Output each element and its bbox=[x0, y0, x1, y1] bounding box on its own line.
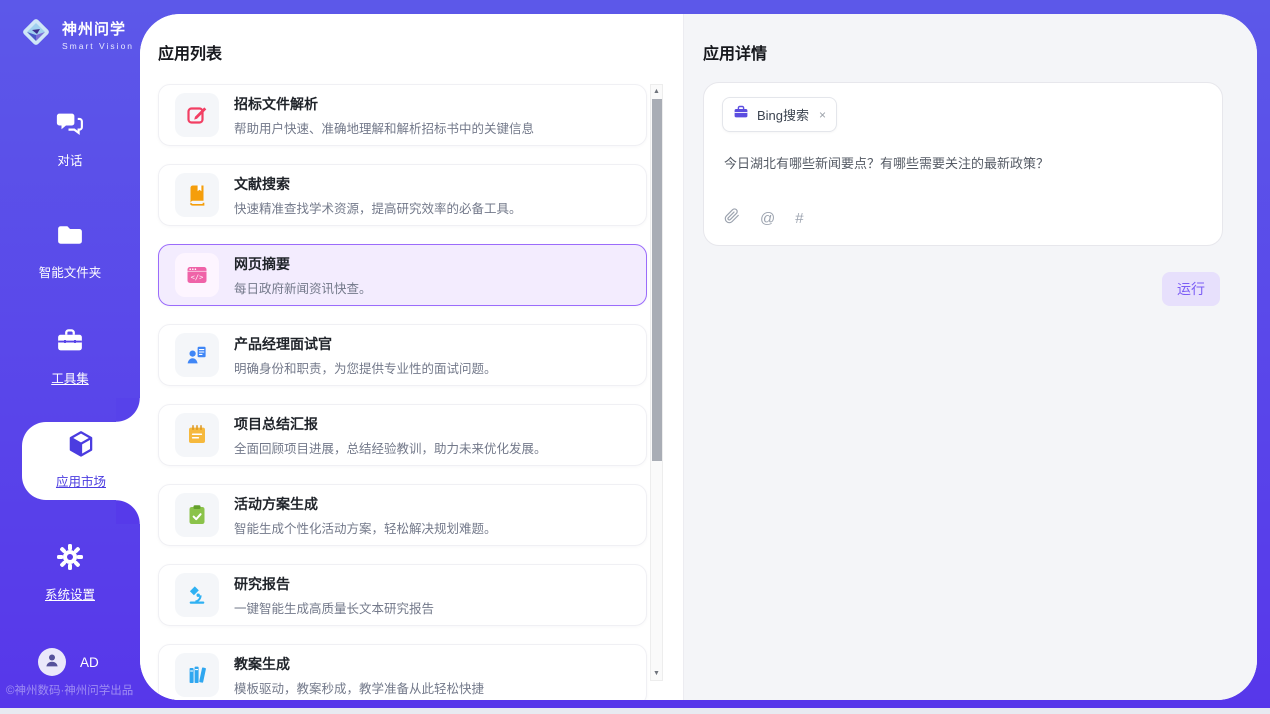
pm-interviewer-icon bbox=[175, 333, 219, 377]
app-card-event-plan[interactable]: 活动方案生成 智能生成个性化活动方案，轻松解决规划难题。 bbox=[158, 484, 647, 546]
app-list-panel: 应用列表 招标文件解析 帮助用户快速、准确地理解和解析招标书中的关键信息 bbox=[140, 14, 683, 700]
app-card-desc: 每日政府新闻资讯快查。 bbox=[234, 278, 372, 297]
sidebar-item-toolset[interactable]: 工具集 bbox=[0, 326, 140, 387]
app-card-tender-parse[interactable]: 招标文件解析 帮助用户快速、准确地理解和解析招标书中的关键信息 bbox=[158, 84, 647, 146]
folder-icon bbox=[55, 220, 85, 255]
app-card-desc: 明确身份和职责，为您提供专业性的面试问题。 bbox=[234, 358, 497, 377]
app-card-title: 网页摘要 bbox=[234, 254, 372, 274]
research-report-icon bbox=[175, 573, 219, 617]
toolbox-icon bbox=[55, 326, 85, 361]
app-card-pm-interviewer[interactable]: 产品经理面试官 明确身份和职责，为您提供专业性的面试问题。 bbox=[158, 324, 647, 386]
svg-text:</>: </> bbox=[191, 274, 204, 282]
prompt-editor[interactable]: Bing搜索 × 今日湖北有哪些新闻要点？有哪些需要关注的最新政策？ @ # bbox=[703, 82, 1223, 246]
main-content: 应用列表 招标文件解析 帮助用户快速、准确地理解和解析招标书中的关键信息 bbox=[140, 14, 1257, 700]
mention-icon[interactable]: @ bbox=[760, 211, 775, 226]
app-card-webpage-summary[interactable]: </> 网页摘要 每日政府新闻资讯快查。 bbox=[158, 244, 647, 306]
scroll-down-icon[interactable]: ▼ bbox=[651, 667, 662, 680]
paperclip-icon[interactable] bbox=[724, 208, 740, 229]
diamond-logo-icon bbox=[18, 14, 54, 55]
app-card-title: 研究报告 bbox=[234, 574, 434, 594]
app-card-lesson-plan[interactable]: 教案生成 模板驱动，教案秒成，教学准备从此轻松快捷 bbox=[158, 644, 647, 700]
tool-tag-label: Bing搜索 bbox=[757, 105, 809, 124]
gear-icon bbox=[55, 542, 85, 577]
tool-tag-bing-search[interactable]: Bing搜索 × bbox=[722, 97, 837, 132]
app-card-list: 招标文件解析 帮助用户快速、准确地理解和解析招标书中的关键信息 文献搜索 bbox=[158, 84, 647, 700]
user-initials: AD bbox=[80, 655, 99, 670]
attachment-toolbar: @ # bbox=[724, 208, 804, 229]
sidebar-item-smart-folder[interactable]: 智能文件夹 bbox=[0, 220, 140, 281]
sidebar-item-label: 对话 bbox=[57, 150, 82, 169]
app-detail-panel: 应用详情 Bing搜索 × 今日湖北有哪些新闻要点？有哪些需要关注的最新政策？ bbox=[683, 14, 1257, 700]
app-card-title: 活动方案生成 bbox=[234, 494, 497, 514]
app-card-literature-search[interactable]: 文献搜索 快速精准查找学术资源，提高研究效率的必备工具。 bbox=[158, 164, 647, 226]
app-card-title: 教案生成 bbox=[234, 654, 484, 674]
app-card-desc: 模板驱动，教案秒成，教学准备从此轻松快捷 bbox=[234, 678, 484, 697]
active-tab-curve-bottom bbox=[116, 500, 140, 524]
project-summary-icon bbox=[175, 413, 219, 457]
sidebar-item-app-market[interactable]: 应用市场 bbox=[22, 428, 140, 490]
brand-subtitle: Smart Vision bbox=[62, 41, 134, 51]
app-card-project-summary[interactable]: 项目总结汇报 全面回顾项目进展，总结经验教训，助力未来优化发展。 bbox=[158, 404, 647, 466]
cube-icon bbox=[65, 428, 97, 465]
prompt-text: 今日湖北有哪些新闻要点？有哪些需要关注的最新政策？ bbox=[724, 153, 1204, 172]
close-icon[interactable]: × bbox=[819, 108, 826, 122]
scrollbar-thumb[interactable] bbox=[652, 99, 662, 461]
scroll-up-icon[interactable]: ▲ bbox=[651, 85, 662, 98]
app-card-title: 招标文件解析 bbox=[234, 94, 534, 114]
webpage-summary-icon: </> bbox=[175, 253, 219, 297]
app-card-desc: 快速精准查找学术资源，提高研究效率的必备工具。 bbox=[234, 198, 522, 217]
sidebar-item-label: 应用市场 bbox=[56, 471, 106, 490]
lesson-plan-icon bbox=[175, 653, 219, 697]
app-shell: 神州问学 Smart Vision 对话 智能文件夹 bbox=[0, 0, 1270, 708]
app-card-desc: 帮助用户快速、准确地理解和解析招标书中的关键信息 bbox=[234, 118, 534, 137]
app-card-desc: 全面回顾项目进展，总结经验教训，助力未来优化发展。 bbox=[234, 438, 547, 457]
brand-name: 神州问学 bbox=[62, 18, 134, 39]
tender-parse-icon bbox=[175, 93, 219, 137]
app-card-title: 项目总结汇报 bbox=[234, 414, 547, 434]
run-button[interactable]: 运行 bbox=[1162, 272, 1220, 306]
sidebar-item-label: 系统设置 bbox=[45, 584, 95, 603]
user-account[interactable]: AD bbox=[38, 648, 99, 676]
active-tab-curve-top bbox=[116, 398, 140, 422]
sidebar-item-chat[interactable]: 对话 bbox=[0, 108, 140, 169]
app-card-desc: 一键智能生成高质量长文本研究报告 bbox=[234, 598, 434, 617]
hash-icon[interactable]: # bbox=[795, 211, 803, 226]
user-avatar-icon bbox=[43, 651, 61, 674]
copyright-footer: ©神州数码·神州问学出品 bbox=[6, 682, 133, 698]
chat-icon bbox=[55, 108, 85, 143]
brand-logo: 神州问学 Smart Vision bbox=[18, 14, 134, 55]
list-scrollbar[interactable]: ▲ ▼ bbox=[650, 84, 663, 681]
sidebar-item-label: 工具集 bbox=[51, 368, 89, 387]
sidebar-item-label: 智能文件夹 bbox=[39, 262, 102, 281]
app-detail-title: 应用详情 bbox=[703, 40, 767, 64]
app-card-research-report[interactable]: 研究报告 一键智能生成高质量长文本研究报告 bbox=[158, 564, 647, 626]
app-card-title: 产品经理面试官 bbox=[234, 334, 497, 354]
event-plan-icon bbox=[175, 493, 219, 537]
briefcase-icon bbox=[733, 104, 749, 125]
literature-search-icon bbox=[175, 173, 219, 217]
sidebar-item-settings[interactable]: 系统设置 bbox=[0, 542, 140, 603]
app-card-desc: 智能生成个性化活动方案，轻松解决规划难题。 bbox=[234, 518, 497, 537]
avatar bbox=[38, 648, 66, 676]
app-card-title: 文献搜索 bbox=[234, 174, 522, 194]
app-list-title: 应用列表 bbox=[158, 40, 222, 64]
